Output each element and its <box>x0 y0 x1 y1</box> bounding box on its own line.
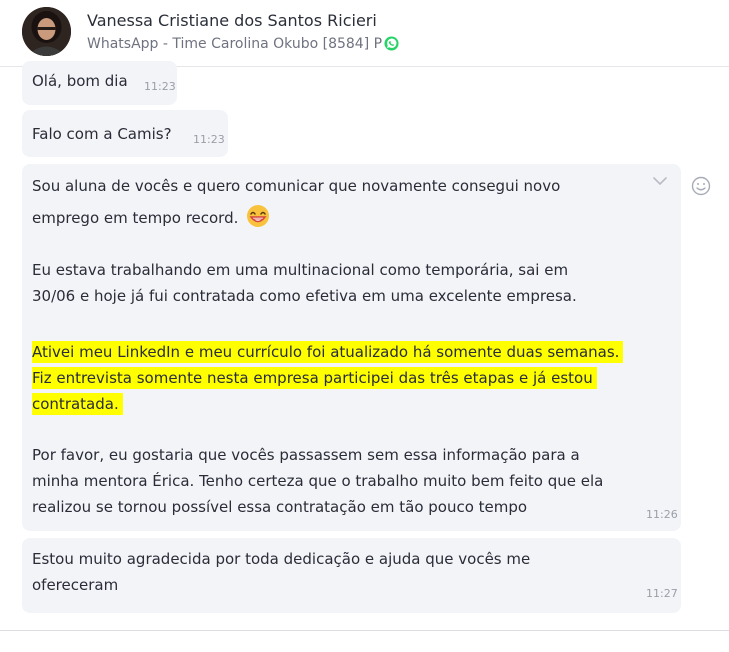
message-text-line: Eu estava trabalhando em uma multinacion… <box>32 261 569 279</box>
message-text-line: Sou aluna de vocês e quero comunicar que… <box>32 177 561 195</box>
contact-name: Vanessa Cristiane dos Santos Ricieri <box>87 11 377 30</box>
message-text-line: 30/06 e hoje já fui contratada como efet… <box>32 287 577 305</box>
whatsapp-icon <box>384 36 399 55</box>
message-bubble[interactable]: Estou muito agradecida por toda dedicaçã… <box>22 538 681 613</box>
message-text: emprego em tempo record. <box>32 209 239 227</box>
contact-avatar[interactable] <box>22 7 71 56</box>
message-bubble[interactable]: Falo com a Camis? 11:23 <box>22 110 228 157</box>
composer-area <box>0 631 729 652</box>
chat-header: Vanessa Cristiane dos Santos Ricieri Wha… <box>0 0 729 67</box>
message-bubble[interactable]: Sou aluna de vocês e quero comunicar que… <box>22 164 681 531</box>
message-options-chevron-icon[interactable] <box>652 172 668 190</box>
message-text-line: Estou muito agradecida por toda dedicaçã… <box>32 550 531 568</box>
message-bubble[interactable]: Olá, bom dia 11:23 <box>22 61 177 105</box>
highlighted-text-line: Ativei meu LinkedIn e meu currículo foi … <box>32 341 624 363</box>
channel-info: WhatsApp - Time Carolina Okubo [8584] P <box>87 36 399 55</box>
grinning-emoji-icon <box>246 204 270 232</box>
message-text-line: realizou se tornou possível essa contrat… <box>32 498 528 516</box>
react-smiley-icon[interactable] <box>691 176 711 200</box>
message-time: 11:27 <box>646 587 678 600</box>
message-text-line: emprego em tempo record. <box>32 204 270 232</box>
message-time: 11:23 <box>193 133 225 146</box>
message-text-line: minha mentora Érica. Tenho certeza que o… <box>32 472 604 490</box>
highlighted-text-line: Fiz entrevista somente nesta empresa par… <box>32 367 597 389</box>
message-text: Falo com a Camis? <box>32 125 172 143</box>
highlighted-text-line: contratada. <box>32 393 123 415</box>
channel-label: WhatsApp - Time Carolina Okubo [8584] P <box>87 36 383 52</box>
message-list[interactable]: Olá, bom dia 11:23 Falo com a Camis? 11:… <box>0 61 729 630</box>
message-time: 11:26 <box>646 508 678 521</box>
message-text: Olá, bom dia <box>32 72 128 90</box>
message-text-line: Por favor, eu gostaria que vocês passass… <box>32 446 580 464</box>
message-text-line: ofereceram <box>32 576 119 594</box>
message-time: 11:23 <box>144 80 176 93</box>
